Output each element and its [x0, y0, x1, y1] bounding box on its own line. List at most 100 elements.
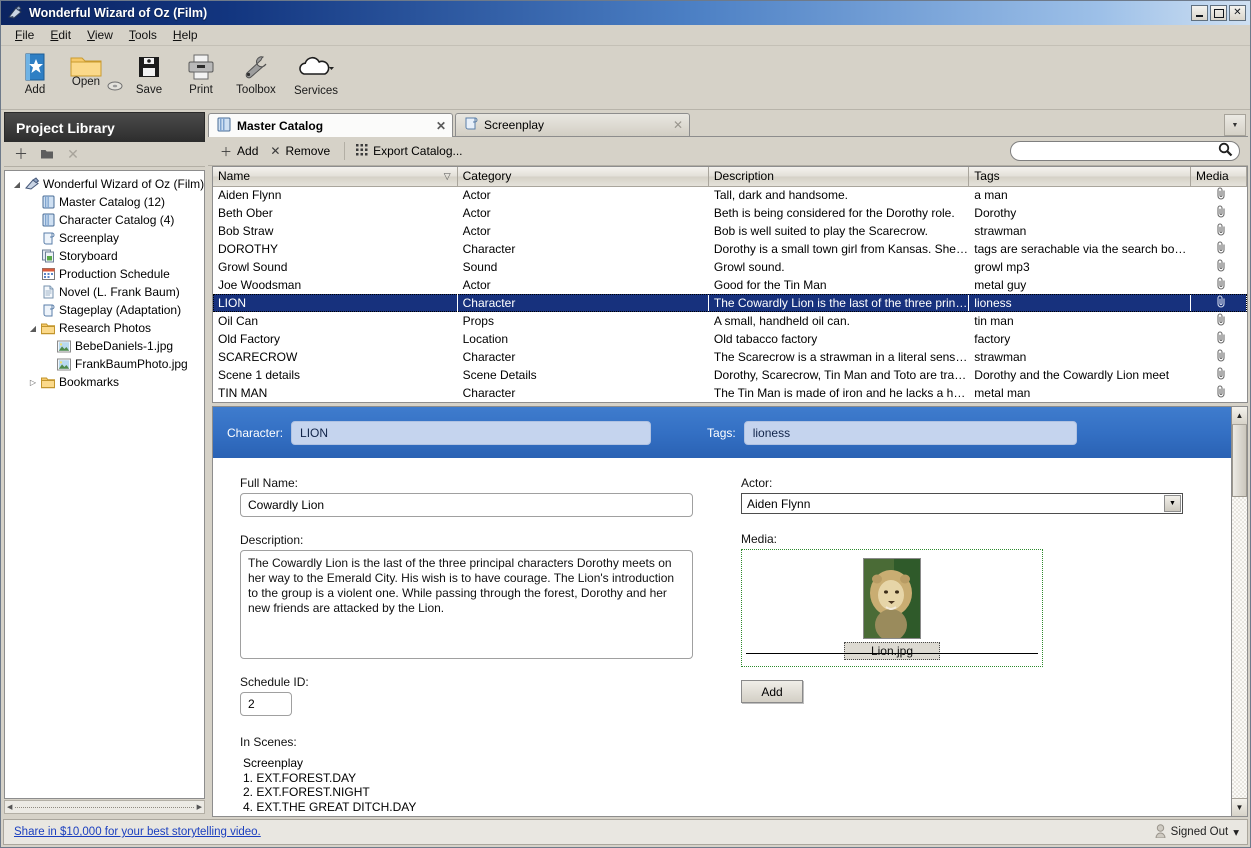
tree-item-wonderful-wizard-of-oz-film[interactable]: ◢ Wonderful Wizard of Oz (Film) — [5, 175, 204, 193]
paperclip-icon[interactable] — [1216, 349, 1227, 365]
scene-item[interactable]: 4. EXT.THE GREAT DITCH.DAY — [243, 800, 703, 815]
tree-item-storyboard[interactable]: Storyboard — [5, 247, 204, 265]
table-row[interactable]: Bob Straw Actor Bob is well suited to play… — [213, 222, 1247, 240]
cell-media[interactable] — [1191, 276, 1247, 294]
column-header-description[interactable]: Description — [708, 167, 970, 187]
scene-item[interactable]: 2. EXT.FOREST.NIGHT — [243, 785, 703, 800]
table-row[interactable]: Aiden Flynn Actor Tall, dark and handsome.… — [213, 186, 1247, 204]
column-header-category[interactable]: Category — [457, 167, 709, 187]
tags-field[interactable]: lioness — [743, 420, 1077, 445]
cell-media[interactable] — [1191, 258, 1247, 276]
catalog-add-button[interactable]: ＋ Add — [218, 143, 268, 160]
new-folder-icon[interactable] — [40, 147, 54, 161]
chevron-down-icon[interactable]: ▼ — [1164, 495, 1181, 512]
cell-media[interactable] — [1190, 294, 1247, 312]
table-row[interactable]: LION Character The Cowardly Lion is the la… — [213, 294, 1247, 312]
close-button[interactable]: ✕ — [1229, 5, 1246, 21]
tree-item-frankbaumphoto-jpg[interactable]: FrankBaumPhoto.jpg — [5, 355, 204, 373]
catalog-remove-button[interactable]: ✕ Remove — [268, 144, 340, 158]
media-thumbnail-lion[interactable] — [863, 558, 921, 639]
scroll-thumb[interactable] — [1232, 425, 1247, 497]
search-input[interactable] — [1021, 143, 1218, 159]
paperclip-icon[interactable] — [1216, 259, 1227, 275]
add-item-icon[interactable]: ＋ — [14, 146, 28, 162]
paperclip-icon[interactable] — [1216, 223, 1227, 239]
table-row[interactable]: SCARECROW Character The Scarecrow is a str… — [213, 348, 1247, 366]
character-field[interactable]: LION — [291, 420, 652, 445]
export-catalog-button[interactable]: Export Catalog... — [354, 143, 472, 159]
column-header-name[interactable]: Name ▽ — [213, 167, 458, 187]
tree-item-research-photos[interactable]: ◢ Research Photos — [5, 319, 204, 337]
cell-media[interactable] — [1191, 384, 1247, 402]
scroll-track[interactable] — [15, 806, 194, 808]
scroll-up-arrow-icon[interactable]: ▲ — [1232, 407, 1247, 425]
menu-file[interactable]: File — [7, 26, 42, 44]
cell-media[interactable] — [1191, 222, 1247, 240]
tab-screenplay[interactable]: Screenplay ✕ — [455, 113, 690, 136]
paperclip-icon[interactable] — [1216, 205, 1227, 221]
menu-edit[interactable]: Edit — [42, 26, 79, 44]
paperclip-icon[interactable] — [1216, 241, 1227, 257]
cell-media[interactable] — [1191, 330, 1247, 348]
paperclip-icon[interactable] — [1216, 295, 1227, 311]
toolbar-open-button[interactable]: Open — [61, 49, 111, 88]
menu-tools[interactable]: Tools — [121, 26, 165, 44]
media-add-button[interactable]: Add — [741, 680, 803, 703]
scroll-track[interactable] — [1232, 497, 1247, 798]
paperclip-icon[interactable] — [1216, 385, 1227, 401]
toolbar-add-button[interactable]: Add — [9, 49, 61, 96]
full-name-field[interactable]: Cowardly Lion — [240, 493, 693, 517]
table-row[interactable]: Scene 1 details Scene Details Dorothy, Sca… — [213, 366, 1247, 384]
paperclip-icon[interactable] — [1216, 367, 1227, 383]
tree-item-production-schedule[interactable]: Production Schedule — [5, 265, 204, 283]
tree-expander-icon[interactable]: ◢ — [27, 324, 39, 333]
tab-close-icon[interactable]: ✕ — [430, 119, 446, 133]
delete-item-icon[interactable]: ✕ — [66, 146, 80, 162]
column-header-tags[interactable]: Tags — [968, 167, 1192, 187]
account-status[interactable]: Signed Out ▾ — [1155, 823, 1239, 841]
minimize-button[interactable] — [1191, 5, 1208, 21]
table-row[interactable]: Oil Can Props A small, handheld oil can. ti… — [213, 312, 1247, 330]
tab-close-icon[interactable]: ✕ — [667, 118, 683, 132]
promo-link[interactable]: Share in $10,000 for your best storytell… — [14, 826, 261, 838]
catalog-grid[interactable]: Name ▽ Category Description Tags Media A… — [212, 166, 1248, 403]
cell-media[interactable] — [1191, 204, 1247, 222]
description-field[interactable]: The Cowardly Lion is the last of the thr… — [240, 550, 693, 659]
maximize-button[interactable] — [1210, 5, 1227, 21]
project-tree[interactable]: ◢ Wonderful Wizard of Oz (Film) Master Cat… — [4, 170, 205, 799]
toolbar-services-button[interactable]: Services — [285, 49, 347, 97]
cell-media[interactable] — [1191, 348, 1247, 366]
table-row[interactable]: Old Factory Location Old tabacco factory fa… — [213, 330, 1247, 348]
schedule-id-field[interactable]: 2 — [240, 692, 292, 716]
sidebar-horizontal-scrollbar[interactable]: ◀ ▶ — [4, 800, 205, 814]
tab-master-catalog[interactable]: Master Catalog ✕ — [208, 113, 453, 137]
table-row[interactable]: Joe Woodsman Actor Good for the Tin Man met… — [213, 276, 1247, 294]
account-chevron-down-icon[interactable]: ▾ — [1233, 825, 1239, 839]
actor-select[interactable]: Aiden Flynn ▼ — [741, 493, 1183, 514]
detail-vertical-scrollbar[interactable]: ▲ ▼ — [1231, 406, 1248, 817]
table-row[interactable]: Beth Ober Actor Beth is being considered f… — [213, 204, 1247, 222]
toolbar-toolbox-button[interactable]: Toolbox — [227, 49, 285, 96]
menu-view[interactable]: View — [79, 26, 121, 44]
search-icon[interactable] — [1218, 142, 1233, 160]
paperclip-icon[interactable] — [1216, 277, 1227, 293]
table-row[interactable]: DOROTHY Character Dorothy is a small town … — [213, 240, 1247, 258]
toolbar-print-button[interactable]: Print — [175, 49, 227, 96]
paperclip-icon[interactable] — [1216, 187, 1227, 203]
cell-media[interactable] — [1191, 186, 1247, 204]
column-header-media[interactable]: Media — [1190, 167, 1247, 187]
cell-media[interactable] — [1191, 366, 1247, 384]
scroll-left-arrow[interactable]: ◀ — [7, 803, 12, 811]
tree-item-novel-l-frank-baum[interactable]: Novel (L. Frank Baum) — [5, 283, 204, 301]
menu-help[interactable]: Help — [165, 26, 206, 44]
media-dropzone[interactable]: Lion.jpg — [741, 549, 1043, 667]
cell-media[interactable] — [1191, 312, 1247, 330]
table-row[interactable]: Growl Sound Sound Growl sound. growl mp3 — [213, 258, 1247, 276]
tree-item-master-catalog-12[interactable]: Master Catalog (12) — [5, 193, 204, 211]
tree-item-character-catalog-4[interactable]: Character Catalog (4) — [5, 211, 204, 229]
toolbar-save-button[interactable]: Save — [123, 49, 175, 96]
paperclip-icon[interactable] — [1216, 331, 1227, 347]
tree-item-screenplay[interactable]: Screenplay — [5, 229, 204, 247]
paperclip-icon[interactable] — [1216, 313, 1227, 329]
tree-expander-icon[interactable]: ◢ — [11, 180, 23, 189]
